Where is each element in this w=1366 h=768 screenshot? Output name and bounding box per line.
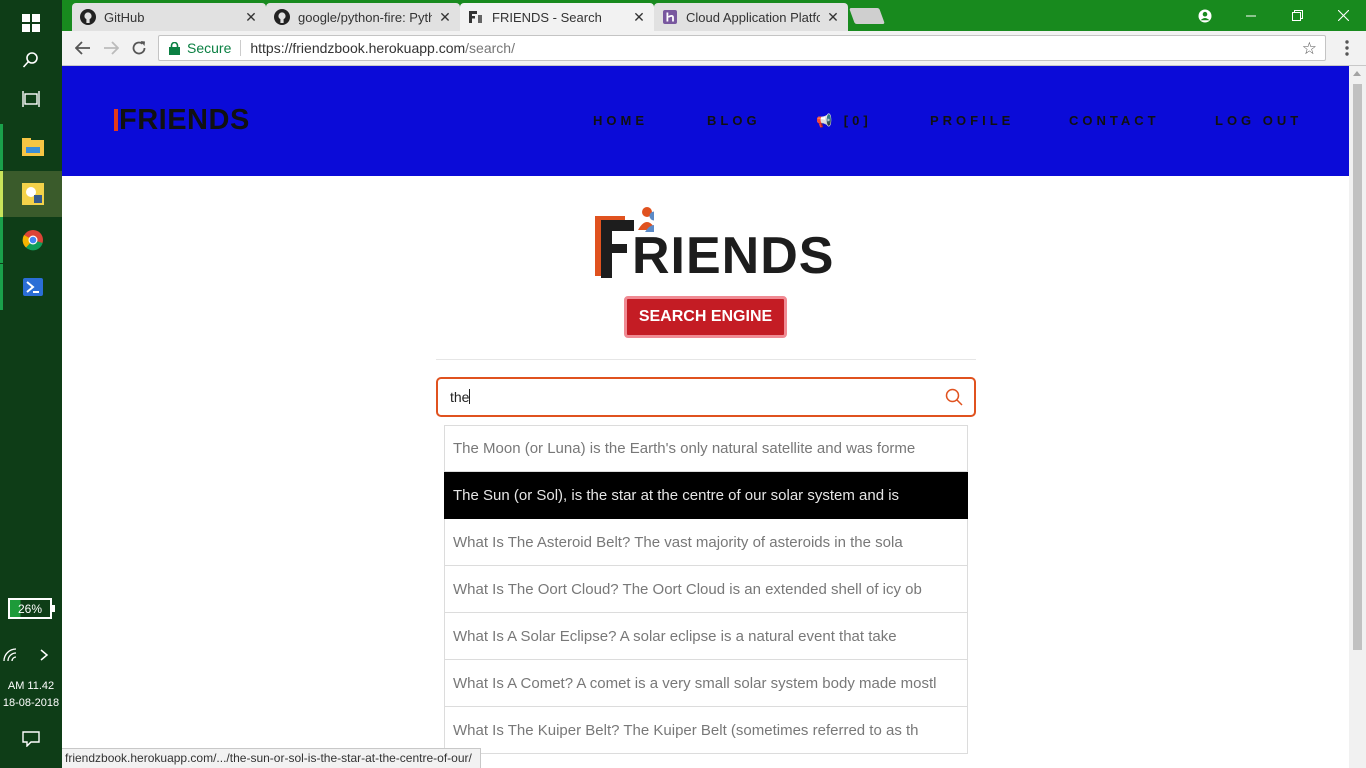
- arrow-right-icon: [104, 41, 119, 55]
- github-icon: [80, 9, 96, 25]
- tab-github[interactable]: GitHub ✕: [72, 3, 266, 31]
- battery-percent: 26%: [17, 601, 43, 616]
- secure-label: Secure: [187, 40, 232, 56]
- kebab-menu-icon: [1345, 40, 1349, 56]
- autocomplete-item[interactable]: What Is The Oort Cloud? The Oort Cloud i…: [444, 566, 968, 613]
- divider: [436, 359, 976, 360]
- restore-icon: [1291, 10, 1303, 21]
- task-view-icon: [22, 91, 40, 107]
- autocomplete-item[interactable]: What Is A Comet? A comet is a very small…: [444, 660, 968, 707]
- scroll-up-arrow-icon[interactable]: [1353, 71, 1361, 76]
- bookmark-star-icon[interactable]: ☆: [1302, 39, 1317, 59]
- tab-title: FRIENDS - Search: [492, 9, 602, 25]
- taskbar-app-chrome[interactable]: [0, 217, 62, 263]
- scrollbar-thumb[interactable]: [1353, 84, 1362, 650]
- nav-profile[interactable]: PROFILE: [930, 113, 1014, 128]
- chrome-icon: [22, 230, 43, 251]
- search-input-value: the: [450, 389, 470, 405]
- page-viewport: FRIENDS HOME BLOG 📢 [0] PROFILE CONTACT …: [62, 66, 1349, 768]
- close-tab-icon[interactable]: ✕: [826, 9, 840, 26]
- taskbar-app-file-explorer[interactable]: [0, 124, 62, 170]
- nav-blog[interactable]: BLOG: [707, 113, 761, 128]
- windows-icon: [22, 14, 40, 32]
- taskbar-clock[interactable]: AM 11.42 18-08-2018: [0, 678, 62, 712]
- close-tab-icon[interactable]: ✕: [244, 9, 258, 26]
- task-view-button[interactable]: [0, 76, 62, 122]
- browser-tabstrip: GitHub ✕ google/python-fire: Pyth ✕ FRIE…: [62, 0, 1366, 31]
- powershell-icon: [22, 278, 43, 296]
- menu-button[interactable]: [1334, 36, 1360, 60]
- minimize-button[interactable]: [1228, 0, 1274, 31]
- new-tab-button[interactable]: [849, 8, 885, 24]
- search-input[interactable]: the: [436, 377, 976, 417]
- text-caret: [469, 389, 471, 404]
- close-window-button[interactable]: [1320, 0, 1366, 31]
- autocomplete-item-highlighted[interactable]: The Sun (or Sol), is the star at the cen…: [444, 472, 968, 519]
- reload-button[interactable]: [126, 36, 152, 60]
- reload-icon: [132, 41, 146, 55]
- close-tab-icon[interactable]: ✕: [632, 9, 646, 26]
- clock-date: 18-08-2018: [2, 697, 60, 709]
- autocomplete-results: The Moon (or Luna) is the Earth's only n…: [444, 425, 968, 754]
- forward-button[interactable]: [98, 36, 124, 60]
- profile-button[interactable]: [1182, 0, 1228, 31]
- clock-time: AM 11.42: [7, 680, 55, 692]
- show-hidden-icons-button[interactable]: [26, 632, 62, 678]
- search-engine-badge: SEARCH ENGINE: [624, 296, 787, 338]
- folder-icon: [21, 138, 44, 156]
- tab-heroku[interactable]: Cloud Application Platfor ✕: [654, 3, 848, 31]
- restore-button[interactable]: [1274, 0, 1320, 31]
- search-icon[interactable]: [945, 388, 963, 411]
- autocomplete-item[interactable]: What Is A Solar Eclipse? A solar eclipse…: [444, 613, 968, 660]
- windows-taskbar: 26% AM 11.42 18-08-2018: [0, 0, 62, 768]
- autocomplete-item[interactable]: What Is The Kuiper Belt? The Kuiper Belt…: [444, 707, 968, 754]
- autocomplete-item[interactable]: The Moon (or Luna) is the Earth's only n…: [444, 425, 968, 472]
- heroku-icon: [662, 9, 678, 25]
- search-icon: [22, 52, 38, 68]
- secure-indicator[interactable]: Secure: [159, 40, 231, 56]
- url-host: https://friendzbook.herokuapp.com: [250, 40, 466, 56]
- taskbar-app-powershell[interactable]: [0, 264, 62, 310]
- friends-favicon: [468, 9, 484, 25]
- minimize-icon: [1246, 15, 1256, 16]
- tab-title: google/python-fire: Pyth: [298, 9, 432, 25]
- site-header: FRIENDS HOME BLOG 📢 [0] PROFILE CONTACT …: [62, 66, 1349, 176]
- tab-title: Cloud Application Platfor: [686, 9, 820, 25]
- tab-title: GitHub: [104, 9, 145, 25]
- site-brand[interactable]: FRIENDS: [114, 104, 250, 137]
- chevron-right-icon: [40, 649, 49, 661]
- nav-logout[interactable]: LOG OUT: [1215, 113, 1302, 128]
- user-icon: [1198, 9, 1212, 22]
- page-scrollbar[interactable]: [1349, 66, 1366, 768]
- arrow-left-icon: [75, 41, 90, 55]
- battery-indicator[interactable]: 26%: [8, 598, 55, 619]
- friends-logo: RIENDS: [594, 206, 833, 286]
- address-bar[interactable]: Secure https://friendzbook.herokuapp.com…: [158, 35, 1326, 61]
- action-center-button[interactable]: [0, 716, 62, 762]
- wifi-icon: [3, 648, 17, 662]
- back-button[interactable]: [70, 36, 96, 60]
- brand-text: FRIENDS: [119, 104, 250, 136]
- logo-text: RIENDS: [632, 227, 835, 285]
- lock-icon: [169, 41, 180, 55]
- tab-python-fire[interactable]: google/python-fire: Pyth ✕: [266, 3, 460, 31]
- autocomplete-item[interactable]: What Is The Asteroid Belt? The vast majo…: [444, 519, 968, 566]
- nav-contact[interactable]: CONTACT: [1069, 113, 1160, 128]
- taskbar-app-python-idle[interactable]: [0, 171, 62, 217]
- address-separator: [240, 40, 242, 56]
- browser-toolbar: Secure https://friendzbook.herokuapp.com…: [62, 31, 1366, 66]
- close-icon: [1337, 10, 1349, 21]
- link-status-bubble: friendzbook.herokuapp.com/.../the-sun-or…: [62, 748, 481, 768]
- tab-friends-search[interactable]: FRIENDS - Search ✕: [460, 3, 654, 31]
- close-tab-icon[interactable]: ✕: [438, 9, 452, 26]
- python-idle-icon: [21, 183, 44, 205]
- nav-home[interactable]: HOME: [593, 113, 648, 128]
- url-path: /search/: [465, 40, 515, 56]
- nav-notifications[interactable]: 📢 [0]: [816, 113, 872, 129]
- notification-icon: [22, 731, 40, 747]
- brand-accent: [114, 109, 118, 131]
- github-icon: [274, 9, 290, 25]
